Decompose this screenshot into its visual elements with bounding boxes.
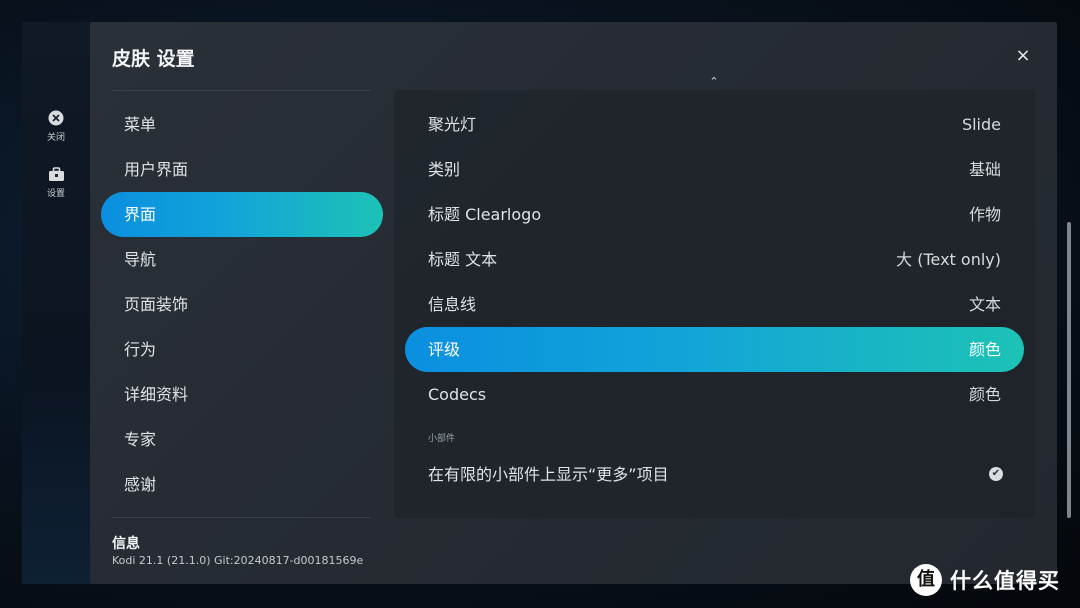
setting-value: 作物: [968, 205, 1001, 224]
toolbox-icon: [48, 167, 64, 181]
setting-label: 类别: [428, 160, 461, 179]
rail-close-button[interactable]: 关闭: [22, 110, 90, 143]
setting-label: 在有限的小部件上显示“更多”项目: [428, 465, 669, 484]
vertical-scrollbar[interactable]: [1067, 222, 1071, 518]
menu-item-behavior[interactable]: 行为: [101, 327, 383, 372]
setting-row-codecs[interactable]: Codecs 颜色: [405, 372, 1024, 417]
menu-item-label: 页面装饰: [124, 295, 189, 314]
watermark-logo-icon: 值: [910, 564, 942, 596]
menu-item-label: 行为: [124, 340, 157, 359]
menu-item-label: 用户界面: [124, 160, 189, 179]
watermark-text: 什么值得买: [950, 569, 1060, 593]
rail-settings-button[interactable]: 设置: [22, 167, 90, 199]
setting-label: 标题 Clearlogo: [428, 205, 542, 224]
menu-item-label: 专家: [124, 430, 157, 449]
menu-item-details[interactable]: 详细资料: [101, 372, 383, 417]
skin-settings-dialog: 皮肤 设置 × 菜单 用户界面 界面 导航 页面装饰 行为 详细资料 专家 感谢…: [90, 22, 1057, 584]
side-rail: 关闭 设置: [22, 22, 90, 584]
setting-value: 颜色: [968, 385, 1001, 404]
menu-item-navigation[interactable]: 导航: [101, 237, 383, 282]
rail-close-label: 关闭: [46, 133, 65, 143]
menu-item-interface[interactable]: 界面: [101, 192, 383, 237]
version-text: Kodi 21.1 (21.1.0) Git:20240817-d0018156…: [112, 554, 364, 567]
menu-item-label: 菜单: [124, 115, 157, 134]
checkmark-icon[interactable]: ✔: [989, 467, 1003, 481]
settings-list: 聚光灯 Slide 类别 基础 标题 Clearlogo 作物 标题 文本 大 …: [405, 102, 1024, 497]
menu-item-user-interface[interactable]: 用户界面: [101, 147, 383, 192]
menu-item-menu[interactable]: 菜单: [101, 102, 383, 147]
menu-item-expert[interactable]: 专家: [101, 417, 383, 462]
close-icon: ×: [1015, 45, 1031, 66]
setting-value: 颜色: [968, 340, 1001, 359]
rail-settings-label: 设置: [46, 189, 65, 199]
setting-label: 评级: [428, 340, 461, 359]
menu-item-label: 感谢: [124, 475, 157, 494]
setting-row-rating[interactable]: 评级 颜色: [405, 327, 1024, 372]
setting-label: 标题 文本: [428, 250, 498, 269]
setting-row-spotlight[interactable]: 聚光灯 Slide: [405, 102, 1024, 147]
setting-label: 信息线: [428, 295, 477, 314]
menu-item-label: 界面: [124, 205, 157, 224]
dialog-title: 皮肤 设置: [112, 48, 195, 70]
setting-value: 大 (Text only): [896, 250, 1001, 269]
menu-item-page-decoration[interactable]: 页面装饰: [101, 282, 383, 327]
watermark: 值 什么值得买: [910, 563, 1060, 597]
scroll-up-chevron-icon[interactable]: ⌃: [707, 76, 721, 88]
info-title: 信息: [112, 536, 140, 552]
setting-row-category[interactable]: 类别 基础: [405, 147, 1024, 192]
settings-panel: 聚光灯 Slide 类别 基础 标题 Clearlogo 作物 标题 文本 大 …: [394, 90, 1035, 518]
setting-row-title-text[interactable]: 标题 文本 大 (Text only): [405, 237, 1024, 282]
dialog-close-button[interactable]: ×: [1013, 46, 1033, 66]
menu-item-label: 导航: [124, 250, 157, 269]
menu-divider-top: [112, 90, 371, 91]
kodi-screen: 关闭 设置 皮肤 设置 × 菜单 用户界面 界面 导航 页面装饰 行为 详细资料…: [0, 0, 1080, 608]
setting-row-show-more-items[interactable]: 在有限的小部件上显示“更多”项目 ✔: [405, 452, 1024, 497]
setting-value: 文本: [968, 295, 1001, 314]
menu-item-credits[interactable]: 感谢: [101, 462, 383, 507]
setting-row-title-clearlogo[interactable]: 标题 Clearlogo 作物: [405, 192, 1024, 237]
close-circle-icon: [48, 110, 64, 126]
setting-row-infoline[interactable]: 信息线 文本: [405, 282, 1024, 327]
setting-label: Codecs: [428, 385, 487, 404]
setting-value: Slide: [961, 115, 1001, 134]
menu-item-label: 详细资料: [124, 385, 189, 404]
category-menu: 菜单 用户界面 界面 导航 页面装饰 行为 详细资料 专家 感谢: [101, 102, 383, 507]
setting-value: 基础: [968, 160, 1001, 179]
section-header-widgets: 小部件: [428, 434, 456, 444]
setting-label: 聚光灯: [428, 115, 477, 134]
menu-divider-bottom: [112, 517, 371, 518]
